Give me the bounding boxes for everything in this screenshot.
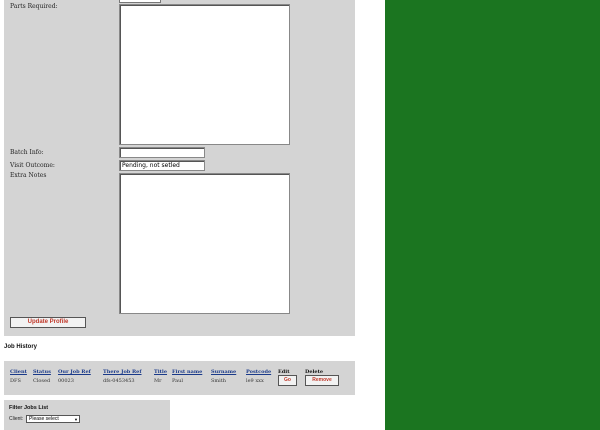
top-dropdown[interactable] bbox=[119, 0, 161, 3]
cell-client: DFS bbox=[10, 378, 21, 384]
cell-their-ref: dfs-0453453 bbox=[103, 378, 135, 384]
filter-heading: Filter Jobs List bbox=[9, 405, 49, 411]
go-button[interactable]: Go bbox=[278, 375, 297, 386]
client-select[interactable]: Please select ▼ bbox=[26, 415, 80, 423]
cell-status: Closed bbox=[33, 378, 51, 384]
col-there-job-ref[interactable]: There Job Ref bbox=[103, 369, 142, 375]
col-our-job-ref[interactable]: Our Job Ref bbox=[58, 369, 91, 375]
batch-label: Batch Info: bbox=[10, 149, 44, 156]
col-title[interactable]: Title bbox=[154, 369, 167, 375]
chevron-down-icon: ▼ bbox=[74, 417, 78, 422]
batch-input[interactable] bbox=[119, 147, 205, 158]
cell-our-ref: 00023 bbox=[58, 378, 74, 384]
col-client[interactable]: Client bbox=[10, 369, 27, 375]
cell-first-name: Paul bbox=[172, 378, 183, 384]
extra-notes-label: Extra Notes bbox=[10, 172, 47, 179]
parts-textarea[interactable] bbox=[119, 4, 290, 145]
cell-title: Mr bbox=[154, 378, 162, 384]
update-profile-button[interactable]: Update Profile bbox=[10, 317, 86, 328]
client-select-value: Please select bbox=[29, 416, 59, 422]
col-first-name[interactable]: First name bbox=[172, 369, 202, 375]
cell-surname: Smith bbox=[211, 378, 226, 384]
job-history-heading: Job History bbox=[4, 344, 38, 350]
cell-postcode: le9 xxx bbox=[246, 378, 264, 384]
outcome-label: Visit Outcome: bbox=[10, 162, 55, 169]
col-postcode[interactable]: Postcode bbox=[246, 369, 271, 375]
parts-label: Parts Required: bbox=[10, 3, 58, 10]
extra-notes-textarea[interactable] bbox=[119, 173, 290, 314]
outcome-input[interactable]: Pending, not setled bbox=[119, 160, 205, 171]
filter-client-label: Client: bbox=[9, 416, 24, 422]
col-surname[interactable]: Surname bbox=[211, 369, 236, 375]
remove-button[interactable]: Remove bbox=[305, 375, 339, 386]
col-status[interactable]: Status bbox=[33, 369, 51, 375]
green-sidebar bbox=[385, 0, 600, 430]
